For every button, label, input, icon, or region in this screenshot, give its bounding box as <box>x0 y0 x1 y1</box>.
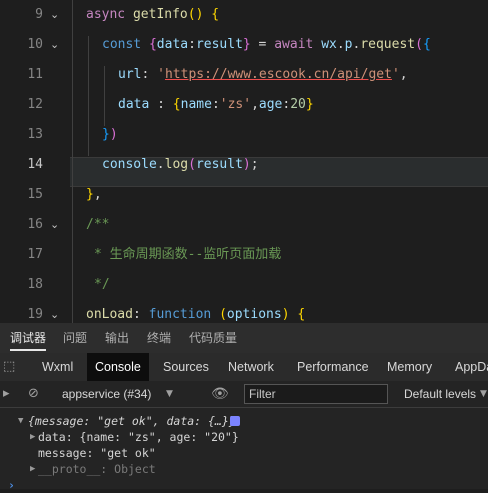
code-line[interactable]: 9 ⌄ async getInfo() { <box>0 0 488 30</box>
tab-network[interactable]: Network <box>220 353 282 381</box>
code-text: console.log(result); <box>102 157 259 172</box>
chevron-down-icon[interactable]: ▼ <box>166 381 173 407</box>
code-text: }, <box>86 187 102 202</box>
devtools-top-tabs: 调试器 问题 输出 终端 代码质量 <box>0 323 488 354</box>
console-data-row[interactable]: ▶ data: {name: "zs", age: "20"} <box>0 429 488 445</box>
code-text: async getInfo() { <box>86 7 220 22</box>
tab-wxml[interactable]: Wxml <box>34 353 81 381</box>
chevron-down-icon[interactable]: ▼ <box>480 381 487 407</box>
tab-debugger[interactable]: 调试器 <box>10 323 47 353</box>
code-text: url: 'https://www.escook.cn/api/get', <box>118 67 408 82</box>
line-number: 14 <box>27 157 43 172</box>
console-proto-row[interactable]: ▶ __proto__: Object <box>0 461 488 477</box>
tab-code-quality[interactable]: 代码质量 <box>189 323 237 353</box>
code-text: * 生命周期函数--监听页面加载 <box>94 247 282 262</box>
code-line[interactable]: 18 */ <box>0 270 488 300</box>
console-toolbar: ▸ ⊘ appservice (#34) ▼ 👁 Filter Default … <box>0 381 488 408</box>
line-number: 18 <box>27 277 43 292</box>
line-number: 13 <box>27 127 43 142</box>
code-text: onLoad: function (options) { <box>86 307 306 322</box>
filter-input[interactable]: Filter <box>244 384 388 404</box>
code-line[interactable]: 15}, <box>0 180 488 210</box>
code-line[interactable]: 12 data : {name:'zs',age:20} <box>0 90 488 120</box>
tab-performance[interactable]: Performance <box>289 353 377 381</box>
line-number: 12 <box>27 97 43 112</box>
code-line[interactable]: 13}) <box>0 120 488 150</box>
line-number: 10 <box>27 37 43 52</box>
code-line[interactable]: 14 console.log(result); <box>0 150 488 180</box>
inspect-element-icon[interactable]: ⬚ <box>3 354 15 380</box>
console-log-entry[interactable]: ▼ {message: "get ok", data: {…}} <box>0 413 488 429</box>
console-prompt[interactable]: › <box>0 477 488 493</box>
line-number: 19 <box>27 307 43 322</box>
console-output: ▼ {message: "get ok", data: {…}} ▶ data: {… <box>0 409 488 492</box>
code-text: */ <box>94 277 110 292</box>
console-proto-line: __proto__: Object <box>38 462 156 476</box>
code-line[interactable]: 16 ⌄ /** <box>0 210 488 240</box>
console-message-row: message: "get ok" <box>0 445 488 461</box>
code-text: data : {name:'zs',age:20} <box>118 97 314 112</box>
expand-triangle-icon[interactable]: ▶ <box>30 429 35 445</box>
tab-terminal[interactable]: 终端 <box>147 323 171 353</box>
tab-console[interactable]: Console <box>87 353 149 381</box>
tab-appdata[interactable]: AppDa <box>447 353 488 381</box>
fold-chevron-icon[interactable]: ⌄ <box>50 300 59 323</box>
fold-chevron-icon[interactable]: ⌄ <box>50 210 59 240</box>
code-line[interactable]: 11 url: 'https://www.escook.cn/api/get', <box>0 60 488 90</box>
code-line[interactable]: 19 ⌄ onLoad: function (options) { <box>0 300 488 323</box>
code-line[interactable]: 10 ⌄ const {data:result} = await wx.p.requ… <box>0 30 488 60</box>
line-number: 15 <box>27 187 43 202</box>
panel-tabs: ⬚ Wxml Console Sources Network Performan… <box>0 353 488 382</box>
code-text: }) <box>102 127 118 142</box>
line-number: 11 <box>27 67 43 82</box>
console-message-line: message: "get ok" <box>38 446 156 460</box>
code-line[interactable]: 17 * 生命周期函数--监听页面加载 <box>0 240 488 270</box>
tab-sources[interactable]: Sources <box>155 353 217 381</box>
eye-icon[interactable]: 👁 <box>211 381 229 407</box>
devtools-panel: 调试器 问题 输出 终端 代码质量 ⬚ Wxml Console Sources… <box>0 323 488 492</box>
line-number: 17 <box>27 247 43 262</box>
info-icon <box>230 416 240 426</box>
context-select[interactable]: appservice (#34) <box>62 381 151 407</box>
tab-issues[interactable]: 问题 <box>63 323 87 353</box>
prompt-chevron-icon: › <box>8 478 15 492</box>
clear-console-icon[interactable]: ⊘ <box>28 381 39 407</box>
collapse-triangle-icon[interactable]: ▼ <box>18 413 23 429</box>
code-text: const {data:result} = await wx.p.request… <box>102 37 431 52</box>
line-number: 9 <box>35 7 43 22</box>
code-text: /** <box>86 217 110 232</box>
tab-memory[interactable]: Memory <box>379 353 440 381</box>
log-levels-select[interactable]: Default levels <box>404 381 476 407</box>
fold-chevron-icon[interactable]: ⌄ <box>50 30 59 60</box>
sidebar-toggle-icon[interactable]: ▸ <box>3 381 10 407</box>
tab-output[interactable]: 输出 <box>105 323 129 353</box>
code-editor[interactable]: 9 ⌄ async getInfo() { 10 ⌄ const {data:result… <box>0 0 488 323</box>
line-number: 16 <box>27 217 43 232</box>
console-summary: {message: "get ok", data: {…}} <box>28 414 236 428</box>
fold-chevron-icon[interactable]: ⌄ <box>50 0 59 30</box>
console-data-line: data: {name: "zs", age: "20"} <box>38 430 239 444</box>
expand-triangle-icon[interactable]: ▶ <box>30 461 35 477</box>
